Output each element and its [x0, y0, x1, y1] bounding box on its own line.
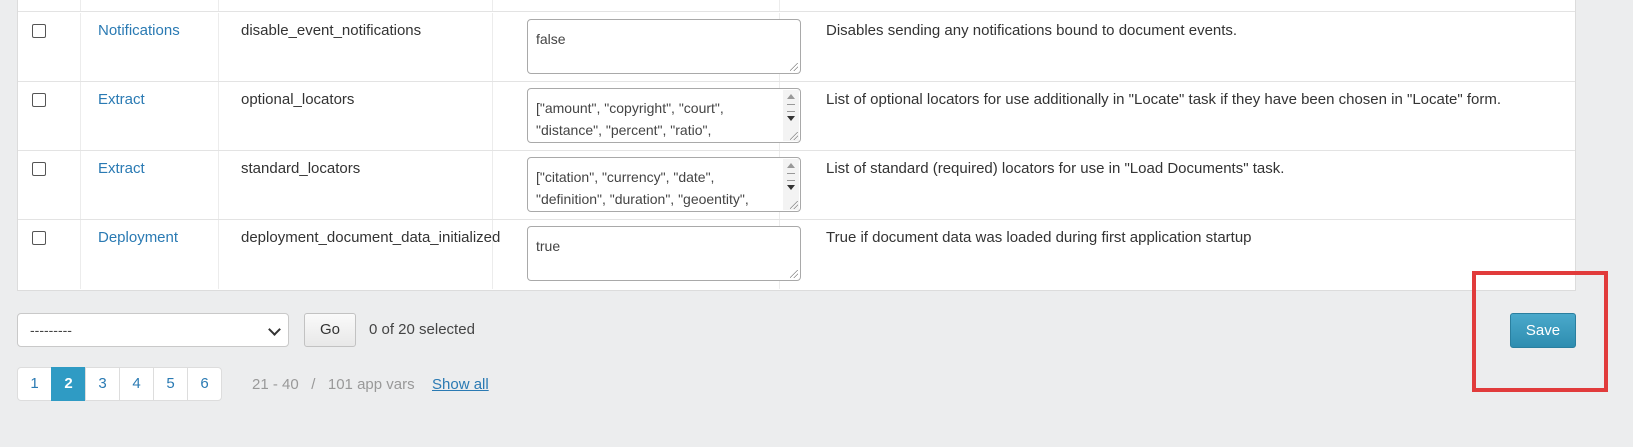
- value-textarea[interactable]: ["amount", "copyright", "court", "distan…: [527, 88, 801, 143]
- var-description: List of standard (required) locators for…: [826, 160, 1285, 177]
- resize-grip-icon[interactable]: [790, 132, 798, 140]
- resize-grip-icon[interactable]: [790, 270, 798, 278]
- table-row: Notifications disable_event_notification…: [18, 13, 1575, 82]
- selection-counter: 0 of 20 selected: [369, 321, 475, 338]
- page-current-2: 2: [51, 367, 86, 401]
- scroll-up-icon[interactable]: [787, 94, 795, 99]
- var-name: deployment_document_data_initialized: [241, 229, 501, 246]
- var-name: optional_locators: [241, 91, 355, 108]
- show-all-link[interactable]: Show all: [432, 376, 489, 393]
- scroll-up-icon[interactable]: [787, 163, 795, 168]
- row-checkbox[interactable]: [32, 162, 46, 176]
- chevron-down-icon: [268, 323, 281, 336]
- result-range: 21 - 40 / 101 app vars: [252, 376, 415, 393]
- row-checkbox[interactable]: [32, 231, 46, 245]
- resize-grip-icon[interactable]: [790, 63, 798, 71]
- category-link[interactable]: Deployment: [98, 229, 178, 246]
- table-row: Extract standard_locators ["citation", "…: [18, 151, 1575, 220]
- scroll-down-icon[interactable]: [787, 185, 795, 190]
- category-link[interactable]: Extract: [98, 91, 145, 108]
- table-row: Extract optional_locators ["amount", "co…: [18, 82, 1575, 151]
- var-name: disable_event_notifications: [241, 22, 422, 39]
- var-description: List of optional locators for use additi…: [826, 91, 1502, 108]
- value-textarea[interactable]: true: [527, 226, 801, 281]
- go-button[interactable]: Go: [304, 313, 356, 347]
- row-checkbox[interactable]: [32, 93, 46, 107]
- page-link-6[interactable]: 6: [187, 367, 222, 401]
- action-select[interactable]: ---------: [17, 313, 289, 347]
- category-link[interactable]: Notifications: [98, 22, 180, 39]
- action-select-value: ---------: [30, 322, 72, 338]
- page-link-5[interactable]: 5: [153, 367, 188, 401]
- page-link-1[interactable]: 1: [17, 367, 52, 401]
- resize-grip-icon[interactable]: [790, 201, 798, 209]
- var-name: standard_locators: [241, 160, 361, 177]
- table-row: Deployment deployment_document_data_init…: [18, 220, 1575, 289]
- pagination: 1 2 3 4 5 6: [17, 367, 222, 401]
- app-vars-table: Notifications disable_event_notification…: [17, 0, 1576, 291]
- table-row-partial: [18, 0, 1575, 12]
- scroll-down-icon[interactable]: [787, 116, 795, 121]
- page-link-3[interactable]: 3: [85, 367, 120, 401]
- var-description: True if document data was loaded during …: [826, 229, 1252, 246]
- highlight-box: [1472, 271, 1608, 392]
- category-link[interactable]: Extract: [98, 160, 145, 177]
- var-description: Disables sending any notifications bound…: [826, 22, 1238, 39]
- value-textarea[interactable]: false: [527, 19, 801, 74]
- page-link-4[interactable]: 4: [119, 367, 154, 401]
- value-textarea[interactable]: ["citation", "currency", "date", "defini…: [527, 157, 801, 212]
- row-checkbox[interactable]: [32, 24, 46, 38]
